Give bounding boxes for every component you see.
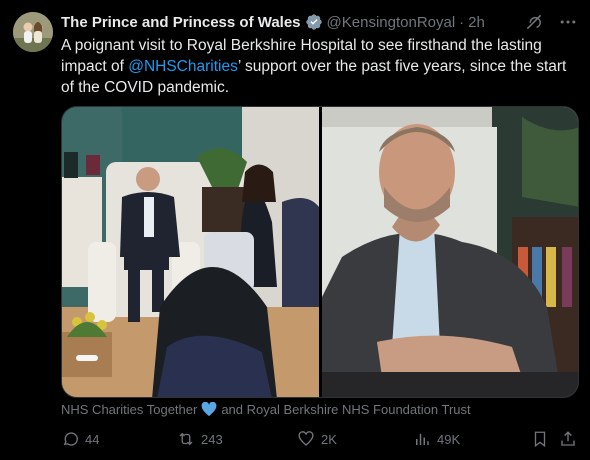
bookmark-button[interactable] bbox=[531, 430, 549, 448]
reply-icon bbox=[63, 432, 78, 446]
share-icon bbox=[561, 431, 575, 446]
bookmark-icon bbox=[534, 431, 546, 448]
repost-button[interactable]: 243 bbox=[177, 430, 223, 448]
share-button[interactable] bbox=[559, 430, 577, 448]
photo-group-visit[interactable] bbox=[62, 107, 319, 397]
separator-dot: · bbox=[459, 13, 465, 31]
like-button[interactable]: 2K bbox=[297, 430, 337, 448]
heart-icon bbox=[298, 431, 314, 446]
author-name[interactable]: The Prince and Princess of Wales bbox=[61, 14, 301, 31]
photo-group-visit-image bbox=[62, 107, 319, 397]
more-icon[interactable] bbox=[558, 12, 578, 32]
tweet-header: The Prince and Princess of Wales @Kensin… bbox=[61, 12, 578, 32]
repost-count: 243 bbox=[201, 431, 223, 447]
header-actions bbox=[524, 12, 578, 32]
mention-link[interactable]: @NHSCharities bbox=[128, 58, 238, 75]
views-icon bbox=[416, 433, 429, 445]
repost-icon bbox=[179, 432, 193, 446]
photo-prince-portrait[interactable] bbox=[322, 107, 578, 397]
avatar[interactable] bbox=[13, 12, 53, 52]
tweet-text: A poignant visit to Royal Berkshire Hosp… bbox=[61, 35, 581, 98]
action-bar: 44 243 2K 49K bbox=[61, 430, 581, 450]
tweet[interactable]: The Prince and Princess of Wales @Kensin… bbox=[0, 0, 590, 460]
media-grid bbox=[61, 106, 579, 398]
avatar-image bbox=[13, 12, 53, 52]
blue-heart-icon bbox=[201, 401, 217, 417]
tag-1[interactable]: NHS Charities Together bbox=[61, 402, 197, 417]
verified-badge-icon bbox=[305, 13, 323, 31]
reply-count: 44 bbox=[85, 431, 100, 447]
grok-icon[interactable] bbox=[524, 12, 544, 32]
timestamp[interactable]: 2h bbox=[468, 14, 485, 31]
tagged-accounts[interactable]: NHS Charities Together and Royal Berkshi… bbox=[61, 401, 471, 417]
reply-button[interactable]: 44 bbox=[61, 430, 99, 448]
views-button[interactable]: 49K bbox=[413, 430, 460, 448]
tag-2[interactable]: and Royal Berkshire NHS Foundation Trust bbox=[221, 402, 470, 417]
photo-prince-portrait-image bbox=[322, 107, 578, 397]
view-count: 49K bbox=[437, 431, 461, 447]
like-count: 2K bbox=[321, 431, 337, 447]
author-handle[interactable]: @KensingtonRoyal bbox=[327, 14, 456, 31]
